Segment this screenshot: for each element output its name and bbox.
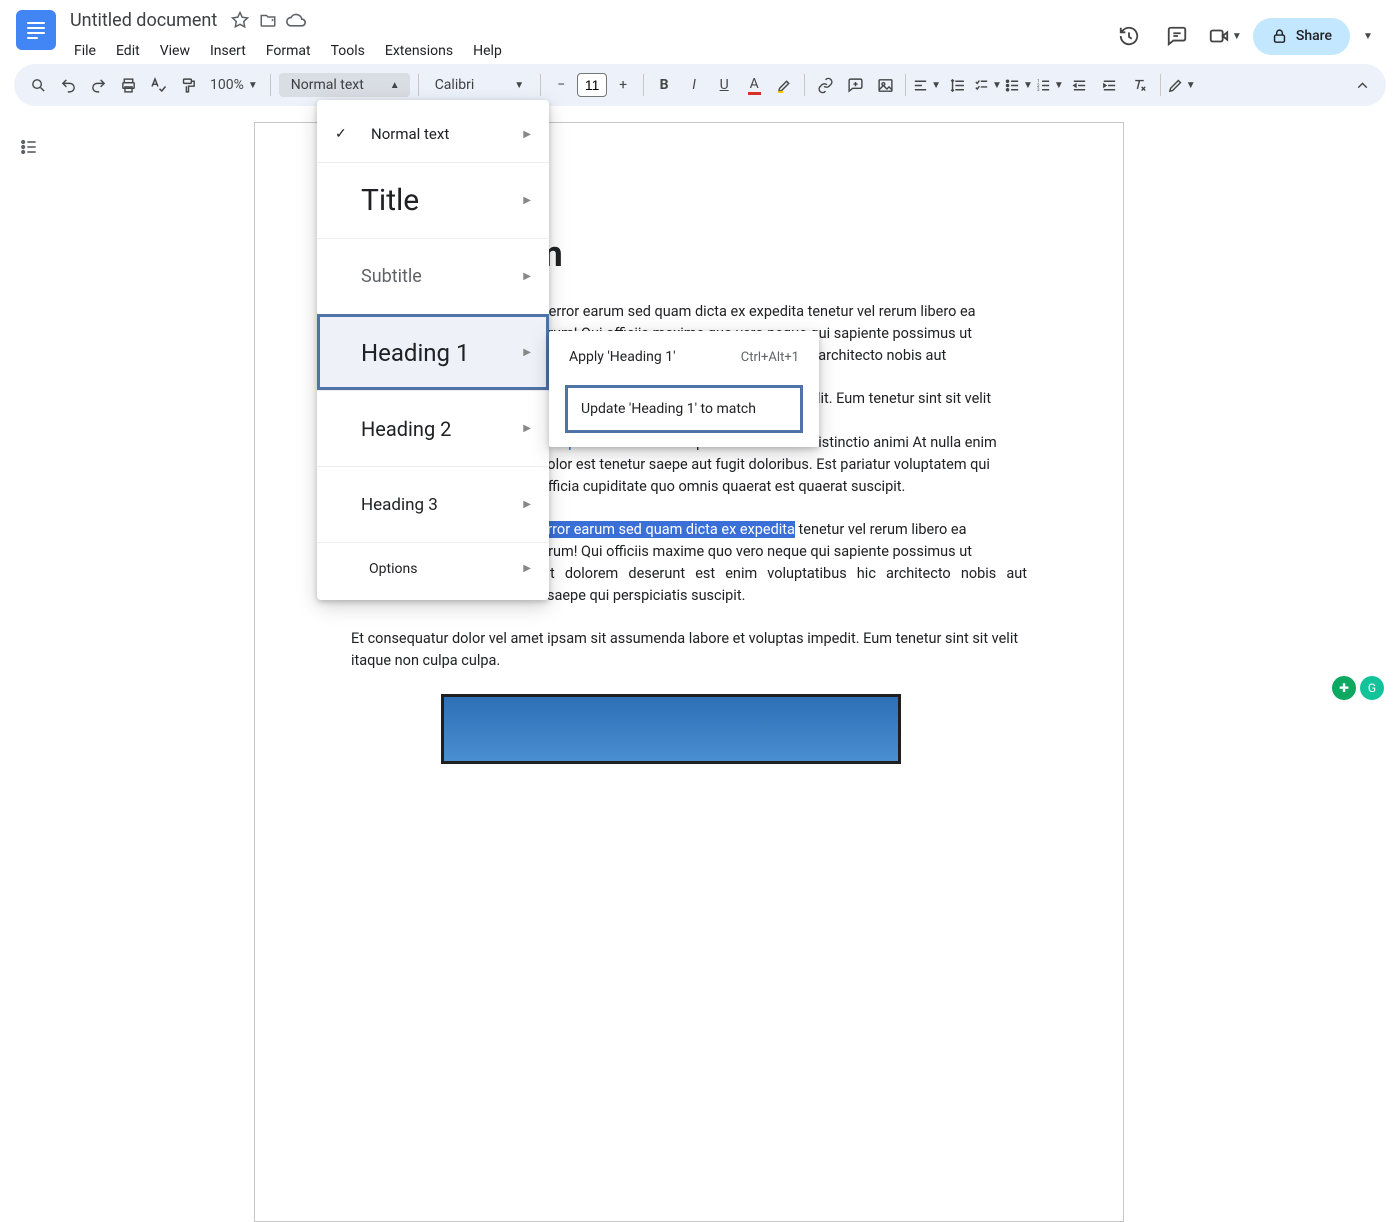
style-option-heading-2[interactable]: Heading 2 ▶ — [317, 390, 549, 466]
grammarly-icon[interactable]: G — [1360, 676, 1384, 700]
menu-format[interactable]: Format — [256, 39, 321, 63]
text-color-button[interactable]: A — [740, 71, 768, 99]
paint-format-icon[interactable] — [174, 71, 202, 99]
chevron-up-icon: ▲ — [390, 80, 400, 91]
paragraph-styles-menu: ✓ Normal text ▶ Title ▶ Subtitle ▶ Headi… — [317, 100, 549, 600]
chevron-down-icon: ▼ — [1232, 31, 1242, 42]
chevron-right-icon: ▶ — [523, 347, 531, 358]
menu-file[interactable]: File — [64, 39, 106, 63]
menu-tools[interactable]: Tools — [321, 39, 375, 63]
cloud-status-icon[interactable] — [285, 9, 307, 31]
style-option-heading-1[interactable]: Heading 1 ▶ — [317, 314, 549, 390]
bulleted-list-button[interactable]: ▼ — [1004, 71, 1033, 99]
font-family-select[interactable]: Calibri▼ — [425, 73, 534, 97]
style-option-normal[interactable]: ✓ Normal text ▶ — [317, 106, 549, 162]
editing-mode-button[interactable]: ▼ — [1167, 71, 1196, 99]
style-option-options[interactable]: Options ▶ — [317, 542, 549, 594]
share-button[interactable]: Share — [1253, 18, 1350, 55]
extension-badge-icon[interactable]: ✚ — [1332, 676, 1356, 700]
paragraph-styles-button[interactable]: Normal text▲ — [279, 73, 410, 97]
insert-image-icon[interactable] — [871, 71, 899, 99]
share-more-button[interactable]: ▼ — [1354, 31, 1382, 42]
increase-indent-icon[interactable] — [1096, 71, 1124, 99]
chevron-right-icon: ▶ — [523, 563, 531, 574]
extension-badges: ✚ G — [1332, 676, 1384, 700]
redo-icon[interactable] — [84, 71, 112, 99]
chevron-right-icon: ▶ — [523, 499, 531, 510]
zoom-select[interactable]: 100%▼ — [204, 77, 264, 93]
decrease-indent-icon[interactable] — [1066, 71, 1094, 99]
svg-text:3: 3 — [1037, 88, 1040, 93]
print-icon[interactable] — [114, 71, 142, 99]
selected-text: Qui error earum sed quam dicta ex expedi… — [514, 521, 794, 538]
meet-icon[interactable]: ▼ — [1205, 16, 1245, 56]
style-option-subtitle[interactable]: Subtitle ▶ — [317, 238, 549, 314]
decrease-font-size-button[interactable]: − — [547, 71, 575, 99]
share-label: Share — [1296, 28, 1332, 44]
insert-link-icon[interactable] — [811, 71, 839, 99]
update-heading-1-item[interactable]: Update 'Heading 1' to match — [567, 387, 801, 431]
toolbar: 100%▼ Normal text▲ Calibri▼ − + B I U A … — [14, 64, 1386, 106]
star-icon[interactable] — [229, 9, 251, 31]
apply-heading-1-item[interactable]: Apply 'Heading 1' Ctrl+Alt+1 — [549, 337, 819, 377]
line-spacing-button[interactable] — [943, 71, 971, 99]
menu-insert[interactable]: Insert — [200, 39, 256, 63]
keyboard-shortcut: Ctrl+Alt+1 — [741, 350, 799, 365]
collapse-toolbar-icon[interactable] — [1348, 71, 1376, 99]
clear-formatting-icon[interactable] — [1126, 71, 1154, 99]
align-button[interactable]: ▼ — [912, 71, 941, 99]
document-title[interactable]: Untitled document — [64, 10, 223, 31]
chevron-right-icon: ▶ — [523, 271, 531, 282]
style-option-title[interactable]: Title ▶ — [317, 162, 549, 238]
chevron-right-icon: ▶ — [523, 129, 531, 140]
menu-bar: File Edit View Insert Format Tools Exten… — [64, 36, 1109, 66]
search-menus-icon[interactable] — [24, 71, 52, 99]
docs-logo[interactable] — [16, 10, 56, 50]
embedded-image[interactable] — [441, 694, 901, 764]
increase-font-size-button[interactable]: + — [609, 71, 637, 99]
checklist-button[interactable]: ▼ — [973, 71, 1002, 99]
font-size-input[interactable] — [577, 73, 607, 97]
menu-extensions[interactable]: Extensions — [375, 39, 463, 63]
italic-button[interactable]: I — [680, 71, 708, 99]
move-icon[interactable] — [257, 9, 279, 31]
highlight-button[interactable] — [770, 71, 798, 99]
paragraph: Et consequatur dolor vel amet ipsam sit … — [351, 628, 1027, 672]
heading-1-submenu: Apply 'Heading 1' Ctrl+Alt+1 Update 'Hea… — [549, 331, 819, 447]
chevron-right-icon: ▶ — [523, 423, 531, 434]
menu-edit[interactable]: Edit — [106, 39, 150, 63]
comments-icon[interactable] — [1157, 16, 1197, 56]
undo-icon[interactable] — [54, 71, 82, 99]
history-icon[interactable] — [1109, 16, 1149, 56]
numbered-list-button[interactable]: 123▼ — [1035, 71, 1064, 99]
style-option-heading-3[interactable]: Heading 3 ▶ — [317, 466, 549, 542]
bold-button[interactable]: B — [650, 71, 678, 99]
chevron-right-icon: ▶ — [523, 195, 531, 206]
add-comment-icon[interactable] — [841, 71, 869, 99]
spellcheck-icon[interactable] — [144, 71, 172, 99]
menu-help[interactable]: Help — [463, 39, 512, 63]
menu-view[interactable]: View — [150, 39, 200, 63]
document-outline-icon[interactable] — [14, 132, 44, 162]
check-icon: ✓ — [335, 126, 361, 142]
underline-button[interactable]: U — [710, 71, 738, 99]
